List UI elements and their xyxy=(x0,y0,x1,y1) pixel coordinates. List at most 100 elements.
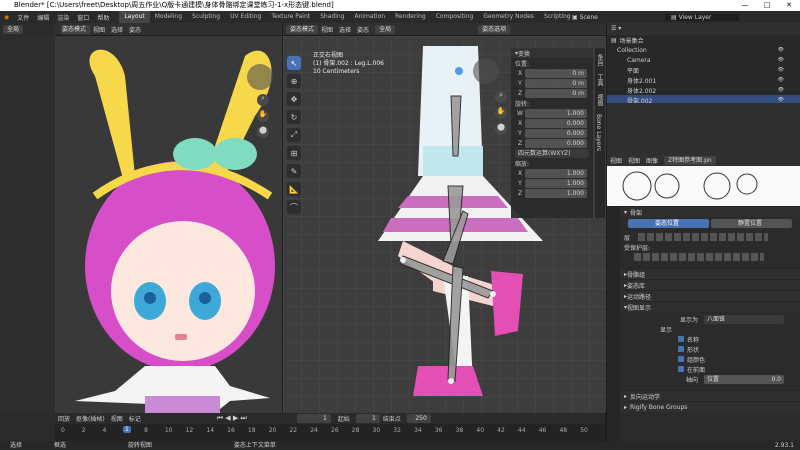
tab-uv-editing[interactable]: UV Editing xyxy=(225,11,266,23)
sidebar-tab-item[interactable]: 条目 xyxy=(595,54,604,66)
timeline-menu-keying[interactable]: 抠像(插帧) xyxy=(76,414,105,423)
image-menu-image[interactable]: 图像 xyxy=(646,156,658,165)
pose-position-button[interactable]: 姿态位置 xyxy=(628,219,709,228)
tab-geometry-nodes[interactable]: Geometry Nodes xyxy=(478,11,539,23)
zoom-icon[interactable]: ⌕ xyxy=(257,94,269,106)
rigify-section[interactable]: ▸ Rigify Bone Groups xyxy=(620,401,800,412)
close-button[interactable]: ✕ xyxy=(778,0,800,11)
left-menu-pose[interactable]: 姿态 xyxy=(129,25,141,34)
menu-file[interactable]: 文件 xyxy=(13,13,33,22)
protected-layer-grid[interactable] xyxy=(634,253,764,261)
outliner-item[interactable]: 身体2.001 👁 xyxy=(607,75,800,85)
mid-nav-gizmo[interactable] xyxy=(473,58,499,84)
left-mode-dropdown[interactable]: 姿态模式 xyxy=(58,24,91,34)
end-frame-field[interactable]: 250 xyxy=(406,414,431,423)
image-menu-view2[interactable]: 视图 xyxy=(628,156,640,165)
tab-shading[interactable]: Shading xyxy=(315,11,349,23)
scale-field[interactable]: 1.000 xyxy=(525,188,587,198)
left-menu-view[interactable]: 视图 xyxy=(93,25,105,34)
view-layer-selector[interactable]: ▤ View Layer xyxy=(665,13,740,21)
display-as-dropdown[interactable]: 八面锥 xyxy=(704,314,784,324)
mid-pan-icon[interactable]: ✋ xyxy=(495,107,507,119)
location-field[interactable]: 0 m xyxy=(525,68,587,78)
transform-panel-header[interactable]: ▾ 变换 xyxy=(511,48,593,58)
location-field[interactable]: 0 m xyxy=(525,88,587,98)
location-field[interactable]: 0 m xyxy=(525,78,587,88)
mid-menu-pose[interactable]: 姿态 xyxy=(357,25,369,34)
image-name-field[interactable]: Z特图参考图.pn xyxy=(664,155,716,165)
menu-help[interactable]: 帮助 xyxy=(93,13,113,22)
current-frame-field[interactable]: 1 xyxy=(296,414,331,423)
mid-menu-view[interactable]: 视图 xyxy=(321,25,333,34)
timeline-ruler[interactable]: 0246810121416182022242628303234363840424… xyxy=(55,424,605,441)
properties-section[interactable]: ▾ 视图显示 xyxy=(620,301,800,312)
show-option-row[interactable]: 名称 xyxy=(620,334,800,344)
properties-section[interactable]: ▸ 姿态库 xyxy=(620,279,800,290)
playback-controls[interactable]: ⏮ ◀ ▶ ⏭ xyxy=(217,414,247,423)
tab-rendering[interactable]: Rendering xyxy=(390,11,431,23)
properties-section[interactable]: ▸ 骨骼组 xyxy=(620,268,800,279)
visibility-eye-icon[interactable]: 👁 xyxy=(778,47,784,53)
properties-section[interactable]: ▸ 运动路径 xyxy=(620,290,800,301)
visibility-eye-icon[interactable]: 👁 xyxy=(778,87,784,93)
scale-field[interactable]: 1.000 xyxy=(525,178,587,188)
maximize-button[interactable]: □ xyxy=(756,0,778,11)
mid-mode-dropdown[interactable]: 姿态模式 xyxy=(286,24,319,34)
show-option-row[interactable]: 形状 xyxy=(620,344,800,354)
outliner-item[interactable]: 身体2.002 👁 xyxy=(607,85,800,95)
tab-scripting[interactable]: Scripting xyxy=(539,11,576,23)
checkbox-icon[interactable] xyxy=(678,346,684,352)
mid-3d-viewport[interactable]: ↖ ⊕ ✥ ↻ ⤢ ⊞ ✎ 📐 ⌒ 正交右视图 (1) 骨架.002 : Leg… xyxy=(283,36,606,413)
image-menu-view[interactable]: 视图 xyxy=(610,156,622,165)
nav-gizmo[interactable] xyxy=(247,64,273,90)
tab-compositing[interactable]: Compositing xyxy=(431,11,479,23)
mid-zoom-icon[interactable]: ⌕ xyxy=(495,91,507,103)
left-menu-select[interactable]: 选择 xyxy=(111,25,123,34)
far-left-mode-dropdown[interactable]: 全局 xyxy=(3,24,24,34)
rotation-field[interactable]: 1.000 xyxy=(525,108,587,118)
menu-edit[interactable]: 编辑 xyxy=(33,13,53,22)
checkbox-icon[interactable] xyxy=(678,336,684,342)
menu-render[interactable]: 渲染 xyxy=(53,13,73,22)
tab-layout[interactable]: Layout xyxy=(119,11,150,23)
visibility-eye-icon[interactable]: 👁 xyxy=(778,57,784,63)
visibility-eye-icon[interactable]: 👁 xyxy=(778,77,784,83)
mid-menu-select[interactable]: 选择 xyxy=(339,25,351,34)
bone-layer-grid[interactable] xyxy=(638,233,769,241)
timeline-menu-marker[interactable]: 标记 xyxy=(129,414,141,423)
reference-image[interactable] xyxy=(607,166,800,206)
scene-selector[interactable]: ▣ Scene xyxy=(572,14,598,21)
armature-section[interactable]: ▾ 骨架 xyxy=(620,206,800,217)
rotation-mode-dropdown[interactable]: 四元数运算(WXYZ) xyxy=(515,148,589,158)
outliner-item[interactable]: Camera 👁 xyxy=(607,55,800,65)
sidebar-tab-view[interactable]: 视图 xyxy=(595,94,604,106)
timeline-menu-view[interactable]: 视图 xyxy=(111,414,123,423)
outliner-root[interactable]: ▤ 场景集合 xyxy=(607,35,800,45)
axes-field[interactable]: 位置 0.0 xyxy=(704,374,784,384)
mid-camera-icon[interactable]: ⬤ xyxy=(495,123,507,135)
minimize-button[interactable]: — xyxy=(734,0,756,11)
sidebar-tab-tool[interactable]: 工具 xyxy=(595,74,604,86)
outliner-item[interactable]: 平面 👁 xyxy=(607,65,800,75)
scale-field[interactable]: 1.000 xyxy=(525,168,587,178)
menu-window[interactable]: 窗口 xyxy=(73,13,93,22)
rotation-field[interactable]: 0.000 xyxy=(525,128,587,138)
show-option-row[interactable]: 在前面 xyxy=(620,364,800,374)
camera-view-icon[interactable]: ⬤ xyxy=(257,126,269,138)
rotation-field[interactable]: 0.000 xyxy=(525,118,587,128)
tab-sculpting[interactable]: Sculpting xyxy=(187,11,225,23)
pan-hand-icon[interactable]: ✋ xyxy=(257,110,269,122)
tab-animation[interactable]: Animation xyxy=(349,11,390,23)
timeline-menu-playback[interactable]: 回放 xyxy=(58,414,70,423)
rest-position-button[interactable]: 静置位置 xyxy=(711,219,792,228)
left-3d-viewport[interactable]: ⌕ ✋ ⬤ xyxy=(55,36,282,413)
mid-pose-options[interactable]: 姿态选项 xyxy=(478,24,511,34)
outliner-item[interactable]: Collection 👁 xyxy=(607,45,800,55)
mid-orientation-dropdown[interactable]: 全局 xyxy=(375,24,396,34)
start-frame-field[interactable]: 1 xyxy=(355,414,380,423)
show-option-row[interactable]: 组颜色 xyxy=(620,354,800,364)
sidebar-tab-bone-layers[interactable]: Bone Layers xyxy=(595,114,602,151)
tab-texture-paint[interactable]: Texture Paint xyxy=(266,11,315,23)
blender-logo-icon[interactable]: ◉ xyxy=(0,14,13,21)
checkbox-icon[interactable] xyxy=(678,356,684,362)
